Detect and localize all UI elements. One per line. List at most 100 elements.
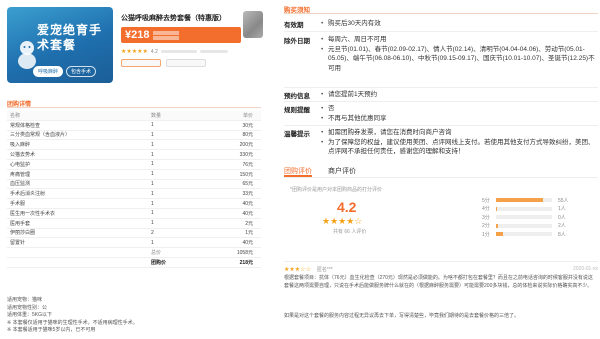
cell-name: 三分类血常规（含血液片） [10,132,71,139]
cell-name: 心电监护 [10,161,31,168]
cell-name: 常规体格检查 [10,122,41,129]
table-row: 医生用一次性手术衣 1 40元 [7,209,261,219]
cell-name: 医生用一次性手术衣 [10,210,56,217]
divider [284,261,598,262]
table-header: 名称 数量 单价 [7,111,261,121]
booking-label: 预约信息 [284,93,310,100]
validity-label: 有效期 [284,22,304,29]
table-row: 疼痛管理 1 150元 [7,170,261,180]
total-label: 总价 [151,250,162,257]
review-score: 4.2 [337,199,357,215]
review-score-stars: ★★★★☆ [322,216,363,226]
review-text: 根据套餐项目：抗体（76元）血生化检查（270元）现然是必须做能的。为啥不都打包… [284,275,593,289]
review-disclaimer: *团购评价是用户对本团购商品的打分评价 [290,187,382,193]
table-row: 手术服 1 40元 [7,199,261,209]
rating-distribution-row: 3分 0人 [482,213,582,222]
rules-item: 否 [321,104,597,114]
rating-distribution-row: 5分 55人 [482,196,582,205]
table-row: 心电监护 1 76元 [7,160,261,170]
cell-price: 2元 [245,220,253,227]
deal-notes: 适用宠物：猫咪 适用宠物性别：公 适用体重：5KG以下 ※ 本套餐仅适用于猫咪的… [7,297,138,335]
rating-level: 4分 [482,206,490,213]
review-user[interactable]: 匿名*** [317,266,333,273]
cell-qty: 2 [151,229,154,236]
rating-count: 2人 [558,223,566,230]
excluded-item: 元旦节(01.01)、春节(02.09-02.17)、情人节(02.14)、清明… [321,45,597,74]
total-row: 总价 1058元 [7,248,261,258]
pet-illustration [18,41,36,69]
note-line: 适用体重：5KG以下 [7,312,53,319]
product-image-title: 爱宠绝育手术套餐 [37,23,103,52]
tab-merchant-reviews[interactable]: 商户评价 [328,164,356,177]
price-bar: ¥218 [121,27,241,43]
divider [284,125,598,126]
cell-price: 40元 [242,201,253,208]
review-date: 2020-01-xx [572,266,598,272]
cell-name: 吸入麻醉 [10,142,31,149]
rating-distribution: 5分 55人 4分 1人 3分 0人 2分 2人 1分 8人 [482,196,582,239]
review-count: 共有 66 人评价 [333,229,367,235]
table-row: 三分类血常规（含血液片） 1 80元 [7,131,261,141]
rating-bar [496,206,552,211]
image-tag-anesthesia: 呼吸麻醉 [33,66,64,77]
cell-price: 150元 [239,171,253,178]
cell-price: 65元 [242,181,253,188]
tips-item: 为了保障您的权益，建议使用美团、点评网线上支付。若使用其他支付方式导致纠纷，美团… [321,138,597,157]
review-text-followup: 如果是对这个套餐的服务内容过程无异议再去下单，写得清楚些，毕竟我们期待的是去套餐… [284,313,520,319]
image-tag-surgery: 包含手术 [66,66,97,77]
cell-qty: 1 [151,171,154,178]
cell-name: 手术服 [10,201,26,208]
cell-qty: 1 [151,141,154,148]
booking-item: 请您提前1天预约 [321,90,597,100]
blurred-thumbnail [243,11,263,38]
rating-distribution-row: 4分 1人 [482,205,582,214]
validity-item: 购买后30天内有效 [321,19,597,29]
rating-bar-fill [496,206,497,211]
rating-value: 4.2 [150,48,158,55]
rating-stars: ★★★★★ [121,49,148,55]
cell-qty: 1 [151,180,154,187]
meta-placeholder [160,50,197,53]
cell-qty: 1 [151,239,154,246]
deal-items-table: 名称 数量 单价 常规体格检查 1 30元三分类血常规（含血液片） 1 80元吸入麻醉 1… [7,111,261,268]
cell-price: 33元 [242,191,253,198]
product-title: 公猫呼吸麻醉去势套餐（特惠版） [121,15,226,22]
table-row: 伊丽莎白圈 2 1元 [7,229,261,239]
table-row: 手术后消炎注射 1 33元 [7,189,261,200]
section-divider [284,13,598,14]
group-price-row: 团购价 218元 [7,258,261,268]
cell-price: 40元 [242,240,253,247]
column-price: 单价 [242,112,253,119]
table-row: 吸入麻醉 1 200元 [7,140,261,151]
cell-qty: 1 [151,151,154,158]
cell-price: 80元 [242,132,253,139]
favorite-button[interactable] [166,59,206,67]
product-image[interactable]: 爱宠绝育手术套餐 呼吸麻醉 包含手术 [7,7,113,83]
cell-qty: 1 [151,200,154,207]
total-value: 1058元 [236,250,253,257]
cell-price: 200元 [239,142,253,149]
cell-qty: 1 [151,131,154,138]
rating-distribution-row: 2分 2人 [482,222,582,231]
cell-name: 公猫去势术 [10,152,36,159]
cell-name: 医用手套 [10,220,31,227]
tips-label: 温馨提示 [284,131,310,138]
section-divider [7,107,261,108]
buy-button[interactable] [121,59,161,67]
purchase-info-panel: 购买须知 有效期 购买后30天内有效 除外日期 每周六、周日不可用 元旦节(01… [277,0,600,339]
column-qty: 数量 [151,112,162,119]
cell-price: 30元 [242,122,253,129]
rating-distribution-row: 1分 8人 [482,230,582,239]
rating-count: 0人 [558,214,566,221]
rating-level: 1分 [482,231,490,238]
cell-price: 40元 [242,210,253,217]
cell-qty: 1 [151,161,154,168]
cell-qty: 1 [151,122,154,129]
review-header: ★★★☆☆ 匿名*** 2020-01-xx [284,265,598,273]
divider [284,31,598,32]
meta-placeholder [199,50,228,53]
divider [284,101,598,102]
tab-deal-reviews[interactable]: 团购评价 [284,164,312,177]
rating-bar [496,223,552,228]
rating-count: 8人 [558,231,566,238]
